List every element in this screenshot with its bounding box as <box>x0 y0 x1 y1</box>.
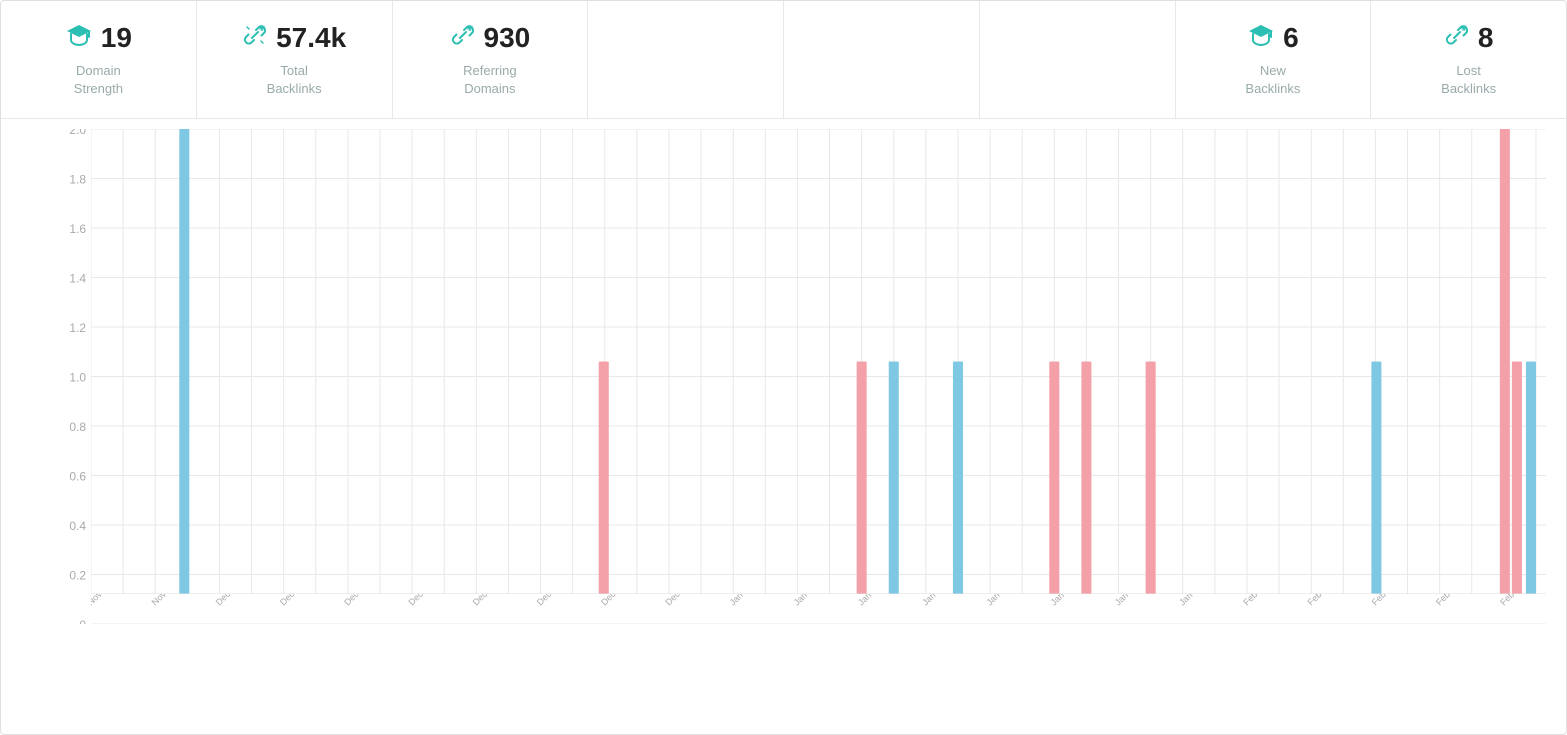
svg-text:Dec 21: Dec 21 <box>535 594 562 607</box>
new-backlinks-label: NewBacklinks <box>1245 62 1300 98</box>
svg-text:2.0: 2.0 <box>69 129 86 137</box>
x-axis-labels: Nov 23 Nov 27 Dec 1 Dec 5 Dec 9 Dec 13 D… <box>91 594 1546 624</box>
svg-text:Feb 15: Feb 15 <box>1434 594 1461 607</box>
spacer-1 <box>588 1 784 118</box>
svg-text:1.8: 1.8 <box>69 173 86 187</box>
graduation-icon <box>65 21 93 54</box>
total-backlinks-value: 57.4k <box>276 22 346 54</box>
bar-jan12-blue <box>889 362 899 595</box>
svg-text:Nov 27: Nov 27 <box>150 594 177 607</box>
svg-text:Dec 5: Dec 5 <box>278 594 302 607</box>
bar-dec1-blue <box>179 129 189 594</box>
stat-total-backlinks: 57.4k TotalBacklinks <box>197 1 393 118</box>
svg-text:Dec 17: Dec 17 <box>471 594 498 607</box>
svg-text:Feb 11: Feb 11 <box>1370 594 1396 607</box>
chart-area: 2.0 1.8 1.6 1.4 1.2 1.0 0.8 0.6 0.4 0.2 … <box>1 119 1566 654</box>
svg-text:Jan 30: Jan 30 <box>1177 594 1203 607</box>
svg-text:Jan 14: Jan 14 <box>920 594 946 607</box>
bar-jan22-pink <box>1049 362 1059 595</box>
svg-text:0.8: 0.8 <box>69 420 86 434</box>
bar-dec25-pink <box>599 362 609 595</box>
referring-domains-value: 930 <box>484 22 531 54</box>
stat-domain-strength: 19 DomainStrength <box>1 1 197 118</box>
lost-backlinks-value: 8 <box>1478 22 1494 54</box>
stats-bar: 19 DomainStrength 57.4k <box>1 1 1566 119</box>
lost-backlinks-label: LostBacklinks <box>1441 62 1496 98</box>
bar-feb11-blue <box>1371 362 1381 595</box>
link-icon-2 <box>450 22 476 53</box>
bar-jan16-blue <box>953 362 963 595</box>
domain-strength-label: DomainStrength <box>74 62 123 98</box>
svg-text:Jan 6: Jan 6 <box>792 594 815 607</box>
main-container: 19 DomainStrength 57.4k <box>0 0 1567 735</box>
svg-text:0.2: 0.2 <box>69 569 86 583</box>
domain-strength-value: 19 <box>101 22 132 54</box>
svg-text:1.6: 1.6 <box>69 222 86 236</box>
total-backlinks-label: TotalBacklinks <box>267 62 322 98</box>
bars-svg <box>91 129 1546 594</box>
svg-text:1.0: 1.0 <box>69 371 86 385</box>
bar-jan28-pink <box>1146 362 1156 595</box>
graduation-icon-2 <box>1247 21 1275 54</box>
svg-text:Feb 7: Feb 7 <box>1306 594 1329 607</box>
svg-text:Nov 23: Nov 23 <box>91 594 113 607</box>
svg-text:Jan 26: Jan 26 <box>1113 594 1139 607</box>
svg-text:Feb 3: Feb 3 <box>1241 594 1264 607</box>
svg-text:Dec 25: Dec 25 <box>599 594 626 607</box>
link-icon-3 <box>1444 22 1470 53</box>
stat-new-backlinks: 6 NewBacklinks <box>1176 1 1372 118</box>
stat-referring-domains: 930 ReferringDomains <box>393 1 589 118</box>
svg-text:Jan 2: Jan 2 <box>728 594 751 607</box>
spacer-2 <box>784 1 980 118</box>
svg-text:Dec 29: Dec 29 <box>663 594 690 607</box>
bar-feb19-pink2 <box>1512 362 1522 595</box>
referring-domains-label: ReferringDomains <box>463 62 516 98</box>
svg-text:Dec 13: Dec 13 <box>406 594 433 607</box>
stat-lost-backlinks: 8 LostBacklinks <box>1371 1 1566 118</box>
link-icon-1 <box>242 22 268 53</box>
svg-text:Dec 9: Dec 9 <box>342 594 366 607</box>
spacer-3 <box>980 1 1176 118</box>
svg-text:Dec 1: Dec 1 <box>214 594 238 607</box>
svg-text:Jan 22: Jan 22 <box>1049 594 1075 607</box>
svg-text:0.4: 0.4 <box>69 519 86 533</box>
svg-text:0: 0 <box>79 618 86 624</box>
svg-text:Jan 18: Jan 18 <box>984 594 1010 607</box>
svg-text:0.6: 0.6 <box>69 470 86 484</box>
bar-jan24-pink <box>1081 362 1091 595</box>
bar-feb19-pink <box>1500 129 1510 594</box>
svg-text:1.4: 1.4 <box>69 272 86 286</box>
bar-jan10-pink <box>857 362 867 595</box>
svg-text:Jan 10: Jan 10 <box>856 594 882 607</box>
bar-feb21-blue <box>1526 362 1536 595</box>
svg-text:1.2: 1.2 <box>69 321 86 335</box>
new-backlinks-value: 6 <box>1283 22 1299 54</box>
svg-text:Feb 19: Feb 19 <box>1498 594 1525 607</box>
